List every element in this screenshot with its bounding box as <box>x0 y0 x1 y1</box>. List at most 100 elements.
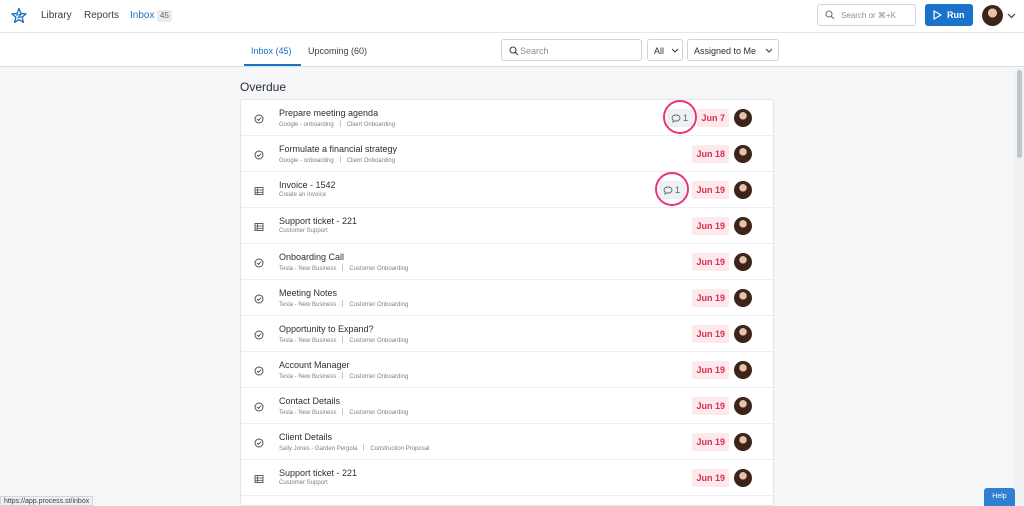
check-circle-icon <box>254 257 264 268</box>
assignee-avatar[interactable] <box>734 361 752 379</box>
task-workflow-name: Customer Onboarding <box>349 266 409 272</box>
task-title[interactable]: Prepare meeting agenda <box>279 108 378 118</box>
task-row[interactable]: Formulate a financial strategy Google - o… <box>241 136 773 172</box>
task-workflow-name: Client Onboarding <box>346 158 396 164</box>
task-workflow-run: Tesla - New Business <box>279 302 337 308</box>
chevron-down-icon[interactable] <box>1007 13 1016 19</box>
due-date-badge: Jun 19 <box>692 181 729 199</box>
scrollbar-thumb[interactable] <box>1017 70 1022 158</box>
inbox-count-badge: 45 <box>157 10 172 22</box>
process-street-logo-icon[interactable] <box>10 7 28 25</box>
assignee-avatar[interactable] <box>734 217 752 235</box>
assignee-avatar[interactable] <box>734 325 752 343</box>
global-search-placeholder: Search or ⌘+K <box>841 11 896 20</box>
check-circle-icon <box>254 293 264 304</box>
status-filter-dropdown[interactable]: All <box>647 39 683 61</box>
task-title[interactable]: Opportunity to Expand? <box>279 324 374 334</box>
task-workflow-name: Customer Onboarding <box>349 374 409 380</box>
global-search-input[interactable]: Search or ⌘+K <box>817 4 916 26</box>
check-circle-icon <box>254 365 264 376</box>
task-list: Prepare meeting agenda Google - onboardin… <box>240 99 774 506</box>
task-subtitle: Google - onboarding Client Onboarding <box>279 156 395 164</box>
task-row[interactable]: Contact Details Tesla - New Business Custo… <box>241 388 773 424</box>
task-row[interactable]: Invoice - 1542 Create an Invoice Jun 19 1 <box>241 172 773 208</box>
due-date-badge: Jun 18 <box>692 145 729 163</box>
subtitle-divider <box>363 444 365 451</box>
inbox-search-field[interactable] <box>501 39 642 61</box>
task-subtitle: Tesla - New Business Customer Onboarding <box>279 372 408 380</box>
task-row[interactable]: Client Details Sally Jones - Garden Pergo… <box>241 424 773 460</box>
task-row[interactable]: Account Manager Tesla - New Business Custo… <box>241 352 773 388</box>
subtitle-divider <box>342 372 344 379</box>
task-title[interactable]: Formulate a financial strategy <box>279 144 397 154</box>
due-date-badge: Jun 7 <box>697 109 729 127</box>
due-date-badge: Jun 19 <box>692 325 729 343</box>
task-subtitle: Tesla - New Business Customer Onboarding <box>279 264 408 272</box>
run-button[interactable]: Run <box>925 4 973 26</box>
assignee-avatar[interactable] <box>734 469 752 487</box>
task-title[interactable]: Client Details <box>279 432 332 442</box>
tab-inbox[interactable]: Inbox (45) <box>251 46 292 56</box>
assignee-avatar[interactable] <box>734 397 752 415</box>
task-row[interactable]: Opportunity to Expand? Tesla - New Busine… <box>241 316 773 352</box>
task-title[interactable]: Onboarding Call <box>279 252 344 262</box>
check-circle-icon <box>254 149 264 160</box>
assignee-filter-dropdown[interactable]: Assigned to Me <box>687 39 779 61</box>
task-row[interactable]: Prepare meeting agenda Google - onboardin… <box>241 100 773 136</box>
due-date-badge: Jun 19 <box>692 361 729 379</box>
highlight-annotation-circle <box>655 172 689 206</box>
inbox-toolbar: Inbox (45) Upcoming (60) All Assigned to… <box>0 33 1024 67</box>
task-row[interactable]: Meeting Notes Tesla - New Business Custome… <box>241 280 773 316</box>
subtitle-divider <box>342 408 344 415</box>
task-workflow-name: Client Onboarding <box>346 122 396 128</box>
task-subtitle: Customer Support <box>279 480 328 486</box>
assignee-avatar[interactable] <box>734 181 752 199</box>
nav-library[interactable]: Library <box>41 10 72 21</box>
status-url: https://app.process.st/inbox <box>0 496 94 506</box>
tab-upcoming[interactable]: Upcoming (60) <box>308 46 367 56</box>
section-title: Overdue <box>240 80 287 94</box>
task-row[interactable]: Support ticket - 221 Customer Support Jun … <box>241 208 773 244</box>
form-icon <box>254 185 264 195</box>
task-title[interactable]: Invoice - 1542 <box>279 180 336 190</box>
task-row[interactable]: Support ticket - 221 Customer Support Jun … <box>241 460 773 496</box>
task-workflow-run: Google - onboarding <box>279 158 334 164</box>
task-title[interactable]: Account Manager <box>279 360 350 370</box>
status-filter-value: All <box>654 46 665 56</box>
task-title[interactable]: Contact Details <box>279 396 340 406</box>
assignee-avatar[interactable] <box>734 289 752 307</box>
nav-reports[interactable]: Reports <box>84 10 119 21</box>
chevron-down-icon <box>765 48 773 53</box>
run-button-label: Run <box>947 10 965 20</box>
assignee-avatar[interactable] <box>734 109 752 127</box>
due-date-badge: Jun 19 <box>692 397 729 415</box>
inbox-search-input[interactable] <box>520 44 638 57</box>
task-title[interactable]: Support ticket - 221 <box>279 216 357 226</box>
assignee-avatar[interactable] <box>734 145 752 163</box>
assignee-avatar[interactable] <box>734 433 752 451</box>
task-workflow-run: Google - onboarding <box>279 122 334 128</box>
task-row[interactable]: Onboarding Call Tesla - New Business Custo… <box>241 244 773 280</box>
task-title[interactable]: Support ticket - 221 <box>279 468 357 478</box>
task-subtitle: Tesla - New Business Customer Onboarding <box>279 300 408 308</box>
due-date-badge: Jun 19 <box>692 253 729 271</box>
task-subtitle: Create an Invoice <box>279 192 326 198</box>
user-avatar[interactable] <box>982 5 1003 26</box>
check-circle-icon <box>254 401 264 412</box>
top-navigation-bar: Library Reports Inbox 45 Search or ⌘+K R… <box>0 0 1024 33</box>
nav-inbox[interactable]: Inbox <box>130 10 154 21</box>
active-tab-indicator <box>244 64 301 66</box>
subtitle-divider <box>342 264 344 271</box>
help-button[interactable]: Help <box>984 488 1015 506</box>
check-circle-icon <box>254 329 264 340</box>
play-icon <box>933 10 942 20</box>
due-date-badge: Jun 19 <box>692 469 729 487</box>
task-subtitle: Sally Jones - Garden Pergola Construction… <box>279 444 429 452</box>
search-icon <box>825 10 835 20</box>
task-workflow-run: Sally Jones - Garden Pergola <box>279 446 358 452</box>
task-workflow-run: Tesla - New Business <box>279 266 337 272</box>
task-title[interactable]: Meeting Notes <box>279 288 337 298</box>
page-scrollbar[interactable] <box>1015 68 1024 506</box>
assignee-avatar[interactable] <box>734 253 752 271</box>
task-workflow-run: Tesla - New Business <box>279 338 337 344</box>
